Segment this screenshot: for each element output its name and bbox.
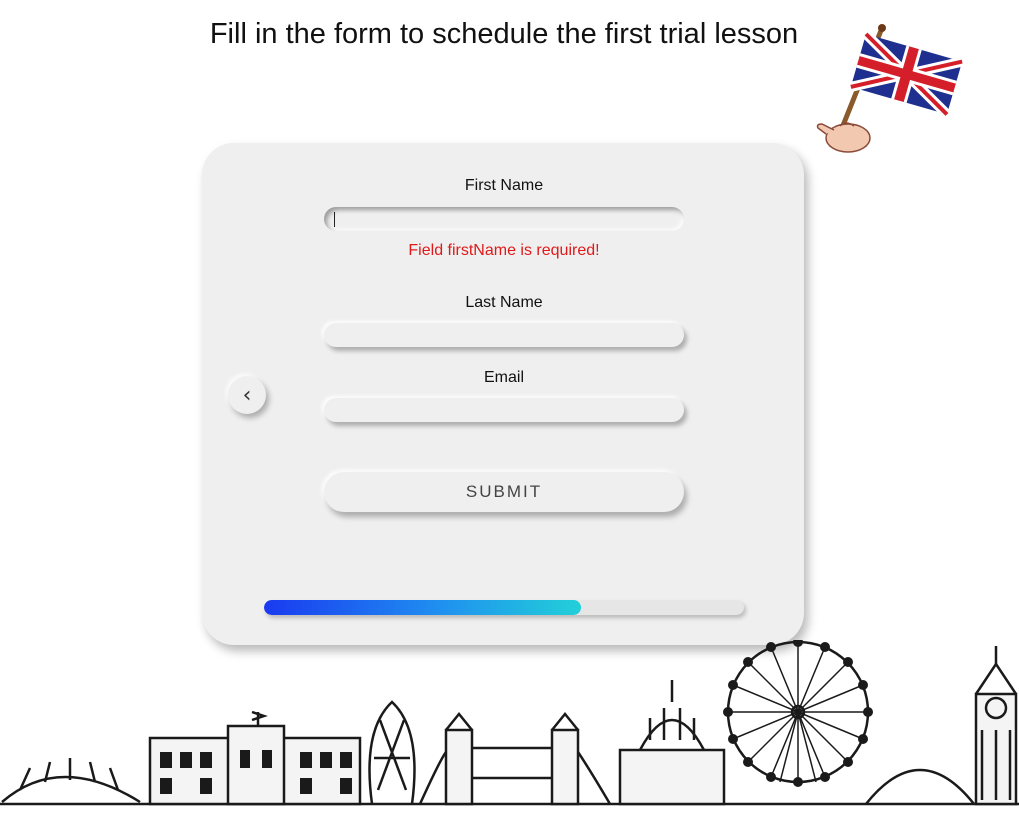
email-label: Email	[483, 369, 524, 386]
back-button[interactable]: ‹	[228, 376, 266, 414]
first-name-label: First Name	[464, 177, 544, 194]
progress-bar-fill	[264, 600, 581, 615]
last-name-label: Last Name	[465, 294, 543, 311]
first-name-input[interactable]	[324, 207, 684, 231]
text-caret	[334, 212, 335, 227]
london-skyline-illustration	[0, 640, 1019, 806]
first-name-error: Field firstName is required!	[408, 242, 600, 259]
uk-flag-icon	[816, 24, 964, 153]
page-title: Fill in the form to schedule the first t…	[209, 18, 799, 50]
submit-button[interactable]: SUBMIT	[324, 472, 684, 512]
chevron-left-icon: ‹	[242, 382, 252, 408]
email-input[interactable]	[324, 398, 684, 422]
progress-bar	[264, 600, 744, 615]
last-name-input[interactable]	[324, 323, 684, 347]
